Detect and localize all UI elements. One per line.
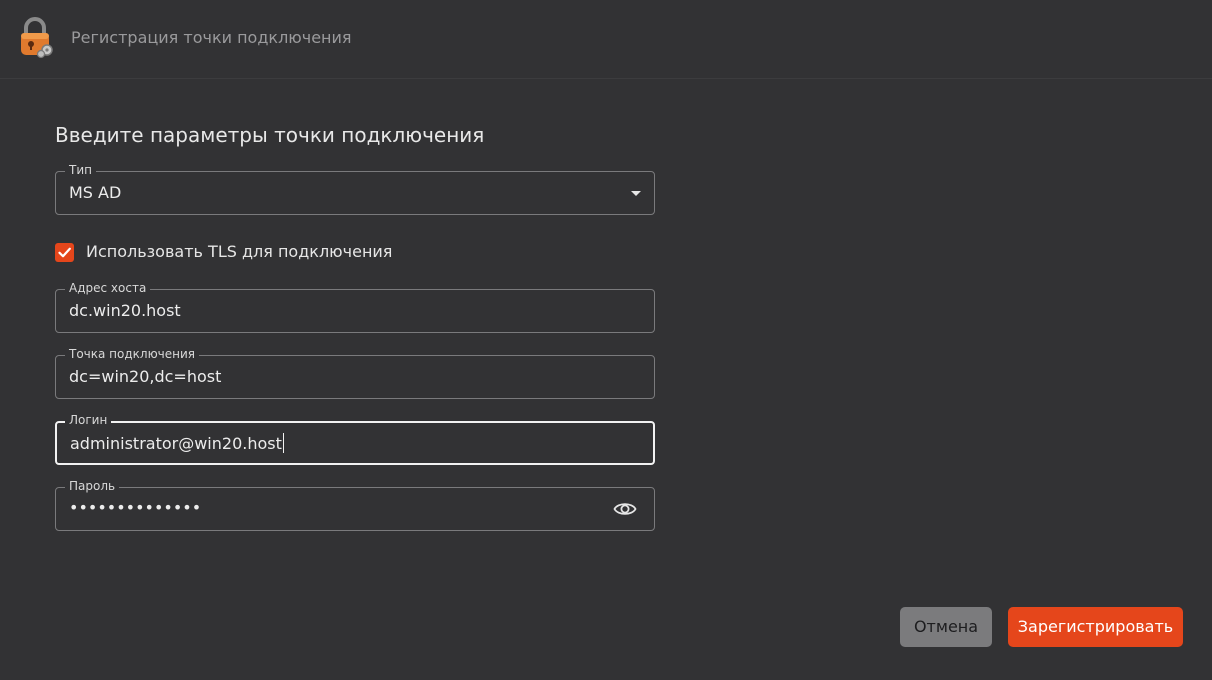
login-value: administrator@win20.host — [70, 434, 282, 453]
connection-point-value: dc=win20,dc=host — [69, 367, 222, 386]
login-field[interactable]: Логин administrator@win20.host — [55, 412, 655, 465]
tls-checkbox[interactable] — [55, 243, 74, 262]
password-value: •••••••••••••• — [69, 498, 202, 517]
password-label: Пароль — [65, 478, 120, 494]
host-value: dc.win20.host — [69, 301, 181, 320]
checkmark-icon — [58, 247, 71, 258]
dropdown-arrow-icon[interactable] — [631, 191, 641, 196]
form-title: Введите параметры точки подключения — [55, 123, 485, 147]
type-select[interactable]: Тип MS AD — [55, 162, 655, 215]
text-caret — [282, 433, 284, 453]
connection-point-field[interactable]: Точка подключения dc=win20,dc=host — [55, 346, 655, 399]
tls-checkbox-label[interactable]: Использовать TLS для подключения — [86, 242, 392, 261]
login-label: Логин — [65, 412, 112, 428]
host-field[interactable]: Адрес хоста dc.win20.host — [55, 280, 655, 333]
cancel-button[interactable]: Отмена — [900, 607, 992, 647]
register-button[interactable]: Зарегистрировать — [1008, 607, 1183, 647]
password-field[interactable]: Пароль •••••••••••••• — [55, 478, 655, 531]
window-title: Регистрация точки подключения — [71, 28, 352, 47]
eye-icon[interactable] — [613, 499, 637, 519]
type-label: Тип — [65, 162, 96, 178]
window-header: Регистрация точки подключения — [0, 0, 1212, 79]
type-value: MS AD — [69, 183, 122, 202]
connection-point-label: Точка подключения — [65, 346, 200, 362]
padlock-logo-icon — [17, 16, 57, 60]
host-label: Адрес хоста — [65, 280, 151, 296]
login-value-wrapper: administrator@win20.host — [70, 433, 284, 454]
